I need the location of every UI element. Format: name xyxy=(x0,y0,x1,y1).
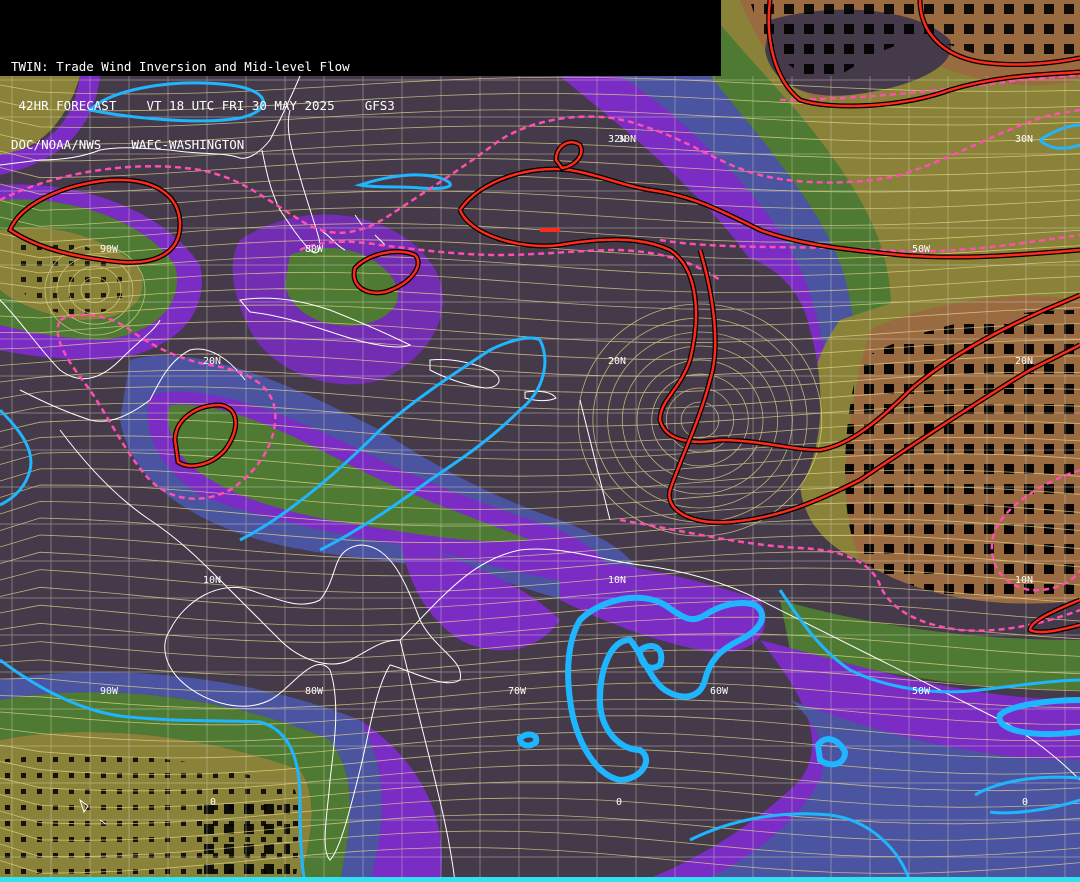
grid-label-lon-90-r1: 90W xyxy=(100,244,119,255)
grid-label-lon-60-r2: 60W xyxy=(710,686,729,697)
stipple-sw-lg xyxy=(200,800,290,882)
grid-label-lat-10-w60: 10N xyxy=(608,575,626,586)
map-stage: 30N 30N 90W 80W 50W 20N 20N 20N 10N 10N 10N 90W 80W 7… xyxy=(0,0,1080,882)
product-header: TWIN: Trade Wind Inversion and Mid-level… xyxy=(0,0,721,151)
grid-label-lat-10-w80: 10N xyxy=(203,575,221,586)
grid-label-lon-90-r2: 90W xyxy=(100,686,119,697)
grid-label-lat-10-w40: 10N xyxy=(1015,575,1033,586)
header-line-agency: DOC/NOAA/NWS WAFC-WASHINGTON xyxy=(11,137,245,152)
grid-label-lon-50-r1: 50W xyxy=(912,244,931,255)
grid-label-eq-w80: 0 xyxy=(210,797,216,808)
grid-label-lat-20-w60: 20N xyxy=(608,356,626,367)
grid-label-lat-30-w40: 30N xyxy=(1015,134,1033,145)
grid-label-eq-w40: 0 xyxy=(1022,797,1028,808)
grid-label-lat-20-w40: 20N xyxy=(1015,356,1033,367)
header-line-title: TWIN: Trade Wind Inversion and Mid-level… xyxy=(11,59,350,74)
grid-label-lon-80-r1: 80W xyxy=(305,244,324,255)
header-line-forecast: 42HR FORECAST VT 18 UTC FRI 30 MAY 2025 … xyxy=(11,98,395,113)
grid-label-eq-w60: 0 xyxy=(616,797,622,808)
grid-label-lon-80-r2: 80W xyxy=(305,686,324,697)
bottom-border xyxy=(0,877,1080,882)
grid-label-lon-50-r2: 50W xyxy=(912,686,931,697)
grid-label-lon-70-r2: 70W xyxy=(508,686,527,697)
grid-label-lat-20-w80: 20N xyxy=(203,356,221,367)
